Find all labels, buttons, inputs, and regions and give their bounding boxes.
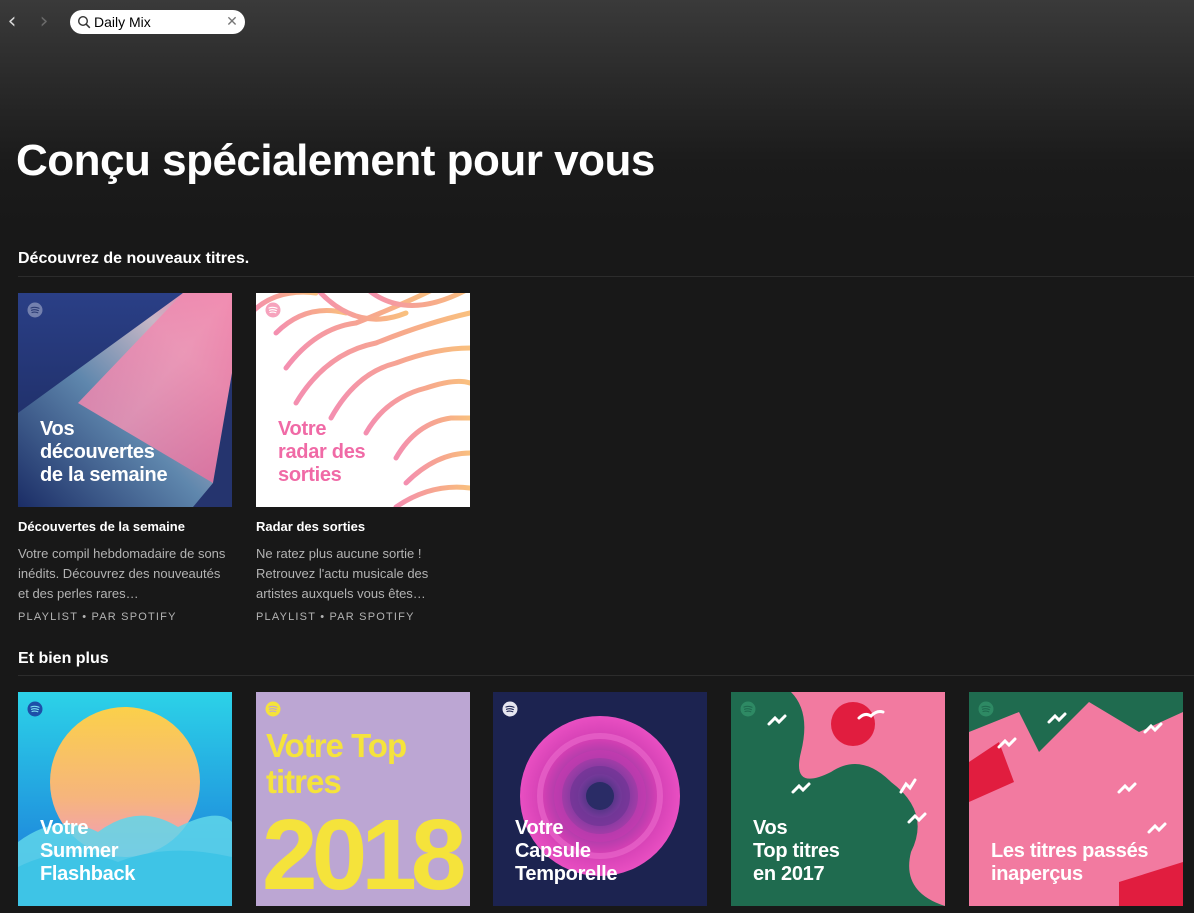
playlist-card-discover-weekly[interactable]: Vos découvertes de la semaine Découverte…	[18, 293, 232, 623]
spotify-icon	[27, 302, 43, 318]
section-divider	[18, 276, 1194, 277]
search-icon	[77, 15, 91, 29]
chevron-left-icon: ‹	[7, 9, 17, 34]
chevron-right-icon: ›	[39, 9, 49, 34]
clear-search-icon[interactable]: ✕	[225, 13, 239, 29]
spotify-icon	[265, 701, 281, 717]
release-radar-cover[interactable]: Votre radar des sorties	[256, 293, 470, 507]
card-description: Ne ratez plus aucune sortie ! Retrouvez …	[256, 546, 429, 601]
section-title-discover: Découvrez de nouveaux titres.	[18, 250, 250, 267]
cover-year: 2018	[262, 799, 466, 906]
page-title: Conçu spécialement pour vous	[16, 136, 655, 185]
cover-title: Votre Top titres	[266, 727, 407, 800]
spotify-icon	[27, 701, 43, 717]
top-bar: ‹ › ✕	[0, 10, 1194, 36]
card-meta: PLAYLIST • PAR SPOTIFY	[256, 611, 415, 623]
card-title[interactable]: Découvertes de la semaine	[18, 519, 232, 534]
back-button[interactable]: ‹	[2, 9, 22, 34]
hidden-gems-cover[interactable]: Les titres passés inaperçus	[969, 692, 1183, 906]
time-capsule-cover[interactable]: Votre Capsule Temporelle	[493, 692, 707, 906]
cover-title: Votre radar des sorties	[278, 418, 366, 486]
cover-title: Vos découvertes de la semaine	[40, 418, 168, 486]
card-description: Votre compil hebdomadaire de sons inédit…	[18, 546, 226, 601]
top-2017-cover[interactable]: Vos Top titres en 2017	[731, 692, 945, 906]
cover-title: Votre Summer Flashback	[40, 817, 136, 885]
playlist-card-release-radar[interactable]: Votre radar des sorties Radar des sortie…	[256, 293, 470, 623]
card-meta: PLAYLIST • PAR SPOTIFY	[18, 611, 177, 623]
spotify-icon	[978, 701, 994, 717]
playlist-card-summer-flashback[interactable]: Votre Summer Flashback	[18, 692, 232, 906]
search-box[interactable]: ✕	[70, 10, 245, 34]
card-title[interactable]: Radar des sorties	[256, 519, 470, 534]
cover-title: Votre Capsule Temporelle	[515, 817, 618, 885]
cover-title: Vos Top titres en 2017	[753, 817, 840, 885]
summer-flashback-cover[interactable]: Votre Summer Flashback	[18, 692, 232, 906]
playlist-card-hidden-gems[interactable]: Les titres passés inaperçus	[969, 692, 1183, 906]
playlist-card-top-2017[interactable]: Vos Top titres en 2017	[731, 692, 945, 906]
cover-title: Les titres passés inaperçus	[991, 840, 1149, 885]
section-divider	[18, 675, 1194, 676]
search-input[interactable]	[94, 12, 224, 32]
playlist-card-top-2018[interactable]: Votre Top titres 2018	[256, 692, 470, 906]
spotify-icon	[740, 701, 756, 717]
forward-button[interactable]: ›	[34, 9, 54, 34]
section-title-more: Et bien plus	[18, 650, 109, 667]
playlist-card-time-capsule[interactable]: Votre Capsule Temporelle	[493, 692, 707, 906]
spotify-icon	[502, 701, 518, 717]
top-2018-cover[interactable]: Votre Top titres 2018	[256, 692, 470, 906]
spotify-icon	[265, 302, 281, 318]
discover-weekly-cover[interactable]: Vos découvertes de la semaine	[18, 293, 232, 507]
